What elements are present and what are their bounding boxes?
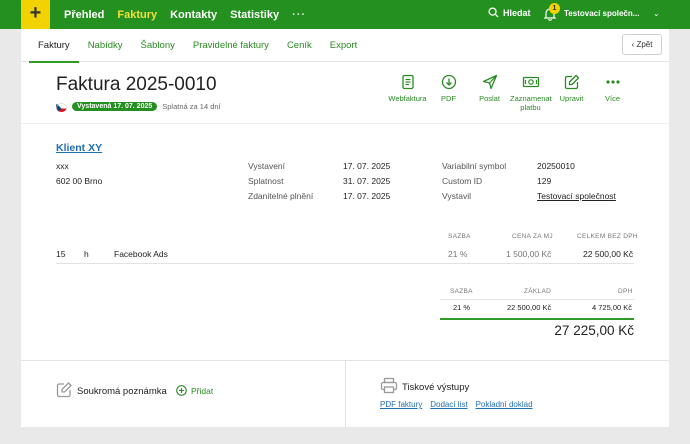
edit-button[interactable]: Upravit <box>551 74 592 112</box>
status-badge: Vystavená 17. 07. 2025 <box>72 102 158 111</box>
tab-nabidky[interactable]: Nabídky <box>79 29 132 62</box>
new-button[interactable]: + <box>21 0 50 29</box>
summary-header-rate: SAZBA <box>450 288 473 295</box>
item-unit: h <box>84 249 89 259</box>
client-address-line1: xxx <box>56 161 69 171</box>
payment-icon <box>522 76 539 88</box>
summary-rate: 21 % <box>453 303 471 312</box>
record-payment-label: Zaznamenat platbu <box>510 94 552 112</box>
due-value: 31. 07. 2025 <box>343 176 391 186</box>
private-note-label: Soukromá poznámka <box>77 386 167 397</box>
invoice-total: 27 225,00 Kč <box>554 323 634 338</box>
summary-header-vat: DPH <box>618 288 633 295</box>
record-payment-button[interactable]: Zaznamenat platbu <box>510 74 552 112</box>
search-button[interactable]: Hledat <box>488 7 531 18</box>
issued-value: 17. 07. 2025 <box>343 161 391 171</box>
top-bar: + Přehled Faktury Kontakty Statistiky ··… <box>0 0 690 29</box>
item-name: Facebook Ads <box>114 249 168 259</box>
chevron-down-icon[interactable]: ⌄ <box>653 9 660 18</box>
taxable-value: 17. 07. 2025 <box>343 191 391 201</box>
bottom-divider <box>345 361 346 428</box>
due-text: Splatná za 14 dní <box>162 102 221 111</box>
add-note-button[interactable]: Přidat <box>176 385 213 396</box>
back-button[interactable]: ‹ Zpět <box>622 34 662 55</box>
add-note-label: Přidat <box>191 385 214 396</box>
client-address-line2: 602 00 Brno <box>56 176 103 186</box>
nav-item-faktury[interactable]: Faktury <box>117 9 157 21</box>
nav-item-statistiky[interactable]: Statistiky <box>230 9 279 21</box>
more-label: Více <box>604 94 620 103</box>
item-rate: 21 % <box>448 249 468 259</box>
pdf-label: PDF <box>441 94 456 103</box>
back-label: Zpět <box>636 40 653 49</box>
search-label: Hledat <box>503 7 531 18</box>
more-icon <box>605 80 620 84</box>
document-icon <box>401 74 414 90</box>
due-label: Splatnost <box>248 176 284 186</box>
printer-icon <box>380 377 398 394</box>
cash-receipt-link[interactable]: Pokladní doklad <box>476 400 533 409</box>
main-nav: Přehled Faktury Kontakty Statistiky ··· <box>64 0 319 29</box>
nav-item-kontakty[interactable]: Kontakty <box>170 9 217 21</box>
page-title: Faktura 2025-0010 <box>56 74 217 95</box>
download-icon <box>441 74 456 90</box>
send-button[interactable]: Poslat <box>469 74 510 112</box>
tab-cenik[interactable]: Ceník <box>278 29 321 62</box>
client-link[interactable]: Klient XY <box>56 142 102 154</box>
sub-nav: Faktury Nabídky Šablony Pravidelné faktu… <box>21 29 669 63</box>
pdf-button[interactable]: PDF <box>428 74 469 112</box>
taxable-label: Zdanitelné plnění <box>248 191 314 201</box>
total-divider <box>440 318 634 320</box>
notification-badge: 1 <box>549 3 560 14</box>
variable-symbol-label: Variabilní symbol <box>442 161 507 171</box>
edit-label: Upravit <box>559 94 584 103</box>
tab-sablony[interactable]: Šablony <box>132 29 184 62</box>
webfaktura-button[interactable]: Webfaktura <box>387 74 428 112</box>
summary-divider <box>440 299 634 300</box>
more-button[interactable]: Více <box>592 74 633 112</box>
print-links: PDF faktury Dodací list Pokladní doklad <box>380 400 533 409</box>
invoice-card: Faktury Nabídky Šablony Pravidelné faktu… <box>21 29 669 428</box>
item-qty: 15 <box>56 249 66 259</box>
search-icon <box>488 7 499 18</box>
send-icon <box>482 74 497 90</box>
summary-base: 22 500,00 Kč <box>507 303 552 312</box>
pdf-invoice-link[interactable]: PDF faktury <box>380 400 422 409</box>
delivery-note-link[interactable]: Dodací list <box>430 400 467 409</box>
invoice-header: Faktura 2025-0010 Vystavená 17. 07. 2025… <box>21 62 669 124</box>
company-menu[interactable]: Testovací společn... <box>564 9 660 18</box>
plus-circle-icon <box>176 385 187 396</box>
issued-label: Vystavení <box>248 161 286 171</box>
note-icon <box>56 382 72 398</box>
items-divider <box>56 263 634 264</box>
nav-item-prehled[interactable]: Přehled <box>64 9 104 21</box>
issuer-label: Vystavil <box>442 191 471 201</box>
summary-header-base: ZÁKLAD <box>524 288 552 295</box>
tab-pravidelne-faktury[interactable]: Pravidelné faktury <box>184 29 278 62</box>
custom-id-value: 129 <box>537 176 552 186</box>
items-header-unit-price: CENA ZA MJ <box>512 233 553 240</box>
item-total: 22 500,00 Kč <box>583 249 634 259</box>
edit-icon <box>564 74 579 90</box>
issuer-value[interactable]: Testovací společnost <box>537 191 616 201</box>
webfaktura-label: Webfaktura <box>388 94 427 103</box>
variable-symbol-value: 20250010 <box>537 161 575 171</box>
item-unit-price: 1 500,00 Kč <box>506 249 552 259</box>
chevron-left-icon: ‹ <box>631 40 635 49</box>
items-header-total: CELKEM BEZ DPH <box>577 233 638 240</box>
czech-flag-icon <box>56 101 67 112</box>
items-header-rate: SAZBA <box>448 233 471 240</box>
tab-export[interactable]: Export <box>321 29 366 62</box>
custom-id-label: Custom ID <box>442 176 483 186</box>
invoice-meta: Vystavená 17. 07. 2025 Splatná za 14 dní <box>56 101 221 112</box>
bottom-panel: Soukromá poznámka Přidat Tiskové výstupy… <box>21 360 669 428</box>
print-outputs-label: Tiskové výstupy <box>402 382 470 393</box>
nav-more-button[interactable]: ··· <box>292 9 306 21</box>
summary-vat: 4 725,00 Kč <box>592 303 633 312</box>
tab-faktury[interactable]: Faktury <box>29 29 79 63</box>
action-toolbar: Webfaktura PDF Poslat Zaznamenat platbu … <box>387 74 633 112</box>
send-label: Poslat <box>479 94 500 103</box>
